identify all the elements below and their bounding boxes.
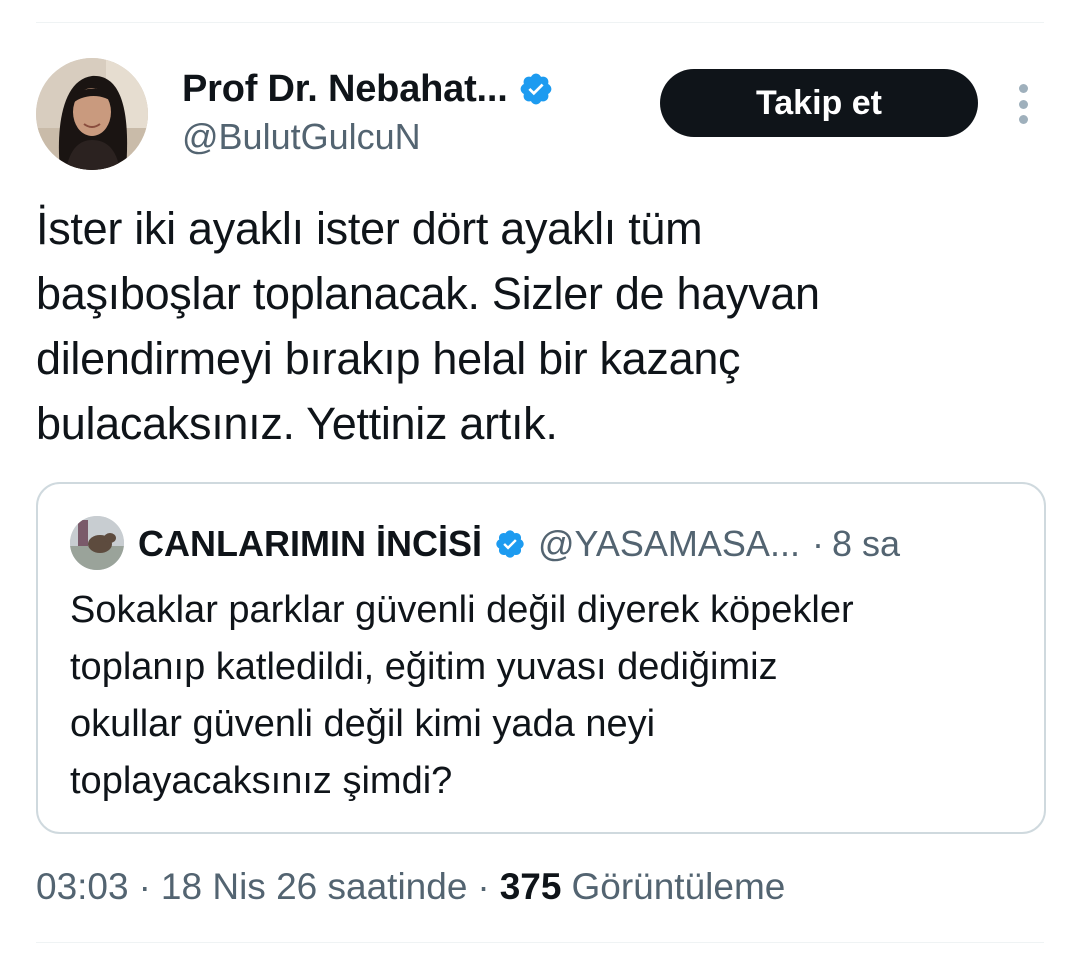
author-name-row: Prof Dr. Nebahat...	[182, 64, 554, 114]
quoted-avatar-image	[70, 516, 124, 570]
author-avatar[interactable]	[36, 58, 148, 170]
meta-separator: ·	[477, 866, 490, 907]
more-vertical-icon[interactable]	[1008, 84, 1038, 124]
quoted-author-handle: @YASAMASA...	[538, 523, 800, 564]
bottom-divider	[36, 942, 1044, 943]
quoted-tweet-header: CANLARIMIN İNCİSİ @YASAMASA... · 8 sa	[138, 518, 900, 570]
follow-button[interactable]: Takip et	[660, 69, 978, 137]
quoted-text-line: toplanıp katledildi, eğitim yuvası dediğ…	[70, 646, 778, 688]
verified-badge-icon	[496, 530, 524, 558]
tweet-detail: Prof Dr. Nebahat... @BulutGulcuN Takip e…	[0, 0, 1080, 976]
tweet-meta: 03:03 · 18 Nis 26 saatinde · 375 Görüntü…	[36, 862, 785, 912]
verified-badge-icon	[520, 73, 551, 105]
tweet-text: İster iki ayaklı ister dört ayaklı tüm b…	[36, 196, 1046, 456]
tweet-text-line: dilendirmeyi bırakıp helal bir kazanç	[36, 333, 741, 384]
quoted-text-line: Sokaklar parklar güvenli değil diyerek k…	[70, 589, 854, 631]
author-handle[interactable]: @BulutGulcuN	[182, 116, 421, 158]
views-count: 375	[499, 866, 562, 907]
quoted-tweet-card[interactable]: CANLARIMIN İNCİSİ @YASAMASA... · 8 sa So…	[36, 482, 1046, 834]
author-display-name[interactable]: Prof Dr. Nebahat...	[182, 68, 508, 111]
tweet-time[interactable]: 03:03	[36, 866, 129, 908]
quoted-separator: ·	[811, 523, 824, 564]
more-dot	[1018, 84, 1028, 93]
more-dot	[1018, 99, 1028, 109]
quoted-text-line: toplayacaksınız şimdi?	[70, 760, 453, 802]
quoted-author-avatar	[70, 516, 124, 570]
meta-separator: ·	[138, 866, 151, 907]
author-avatar-image	[36, 58, 148, 170]
quoted-text-line: okullar güvenli değil kimi yada neyi	[70, 703, 656, 745]
quoted-author-name: CANLARIMIN İNCİSİ	[138, 523, 482, 564]
quoted-tweet-text: Sokaklar parklar güvenli değil diyerek k…	[70, 582, 1020, 810]
views-label: Görüntüleme	[571, 866, 786, 907]
tweet-text-line: bulacaksınız. Yettiniz artık.	[36, 398, 558, 449]
quoted-time: 8 sa	[831, 523, 900, 564]
tweet-text-line: başıboşlar toplanacak. Sizler de hayvan	[36, 268, 820, 319]
top-divider	[36, 22, 1044, 23]
more-dot	[1018, 115, 1028, 124]
tweet-date[interactable]: 18 Nis 26 saatinde	[161, 866, 467, 908]
tweet-text-line: İster iki ayaklı ister dört ayaklı tüm	[36, 203, 703, 254]
